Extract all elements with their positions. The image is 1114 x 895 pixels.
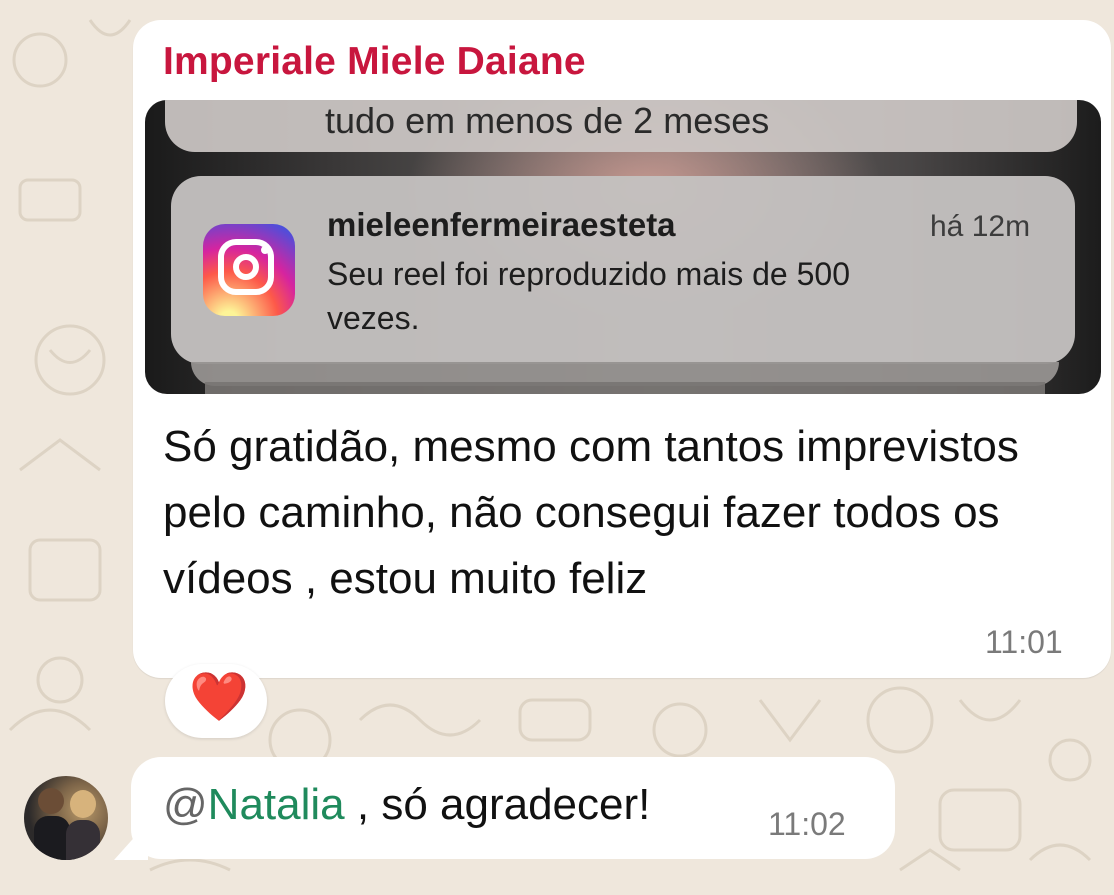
- message-timestamp: 11:01: [985, 624, 1063, 660]
- message-text: Só gratidão, mesmo com tantos imprevisto…: [163, 422, 1019, 603]
- heart-reaction-icon[interactable]: ❤️: [189, 674, 249, 722]
- notification-body: Seu reel foi reproduzido mais de 500 vez…: [327, 256, 850, 336]
- notification-time: há 12m: [930, 210, 1031, 243]
- mention-name[interactable]: Natalia: [208, 780, 345, 829]
- message-text-2: @Natalia , só agradecer!: [163, 780, 650, 830]
- notification-stack-layer-2: [205, 382, 1045, 394]
- instagram-icon: [203, 224, 295, 316]
- message-text-2-body: , só agradecer!: [344, 780, 651, 829]
- avatar[interactable]: [24, 776, 108, 860]
- previous-notification-text: tudo em menos de 2 meses: [325, 100, 770, 141]
- attached-screenshot-image[interactable]: tudo em menos de 2 meses mieleenfermeira…: [145, 100, 1101, 394]
- mention-at: @: [163, 780, 208, 829]
- notification-account: mieleenfermeiraesteta: [327, 206, 676, 243]
- previous-notification-card: tudo em menos de 2 meses: [165, 100, 1077, 152]
- sender-name[interactable]: Imperiale Miele Daiane: [163, 40, 586, 84]
- message-timestamp-2: 11:02: [768, 806, 846, 842]
